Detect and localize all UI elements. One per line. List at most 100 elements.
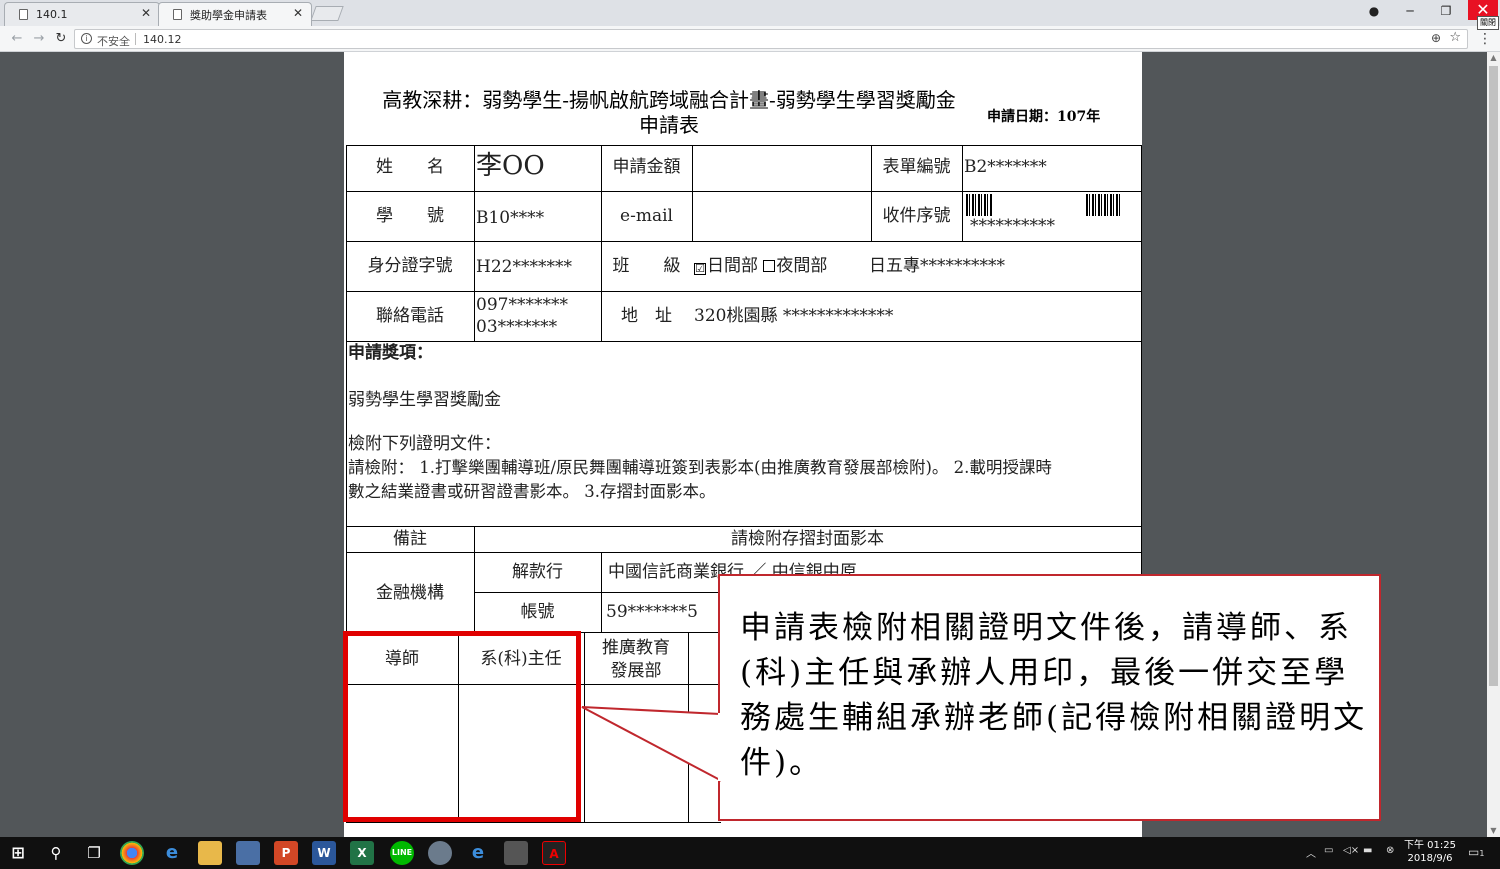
highlight-box: [343, 631, 581, 822]
powerpoint-icon[interactable]: P: [274, 841, 298, 865]
account-value[interactable]: 59*******5: [606, 601, 698, 623]
divider: [135, 33, 136, 45]
form-title: 高教深耕：弱勢學生-揚帆啟航跨域融合計畫-弱勢學生學習獎勵金 申請表: [354, 88, 984, 138]
name-label: 姓 名: [376, 157, 444, 177]
info-icon[interactable]: i: [81, 33, 92, 44]
profile-icon[interactable]: ●: [1356, 0, 1392, 22]
award-name: 弱勢學生學習獎勵金: [348, 390, 501, 410]
task-view-icon[interactable]: ❐: [82, 841, 106, 865]
email-label: e-mail: [620, 206, 673, 226]
scrollbar-thumb[interactable]: [1489, 66, 1498, 686]
tray-overflow-icon[interactable]: ︿: [1306, 845, 1316, 860]
address-label: 地 址: [621, 306, 672, 326]
address-bar[interactable]: i 不安全 140.12 ⊕ ☆: [74, 29, 1468, 49]
tab-label: 獎助學金申請表: [190, 8, 267, 22]
restore-button[interactable]: ❐: [1428, 0, 1464, 22]
scroll-up-icon[interactable]: ▲: [1487, 52, 1500, 64]
form-number-value[interactable]: B2*******: [964, 156, 1047, 178]
acrobat-icon[interactable]: A: [542, 841, 566, 865]
amount-label: 申請金額: [612, 157, 681, 177]
remote-desktop-icon[interactable]: [236, 841, 260, 865]
close-tooltip: 關閉: [1477, 16, 1499, 30]
excel-icon[interactable]: X: [350, 841, 374, 865]
callout-box: 申請表檢附相關證明文件後，請導師、系(科)主任與承辦人用印，最後一併交至學務處生…: [718, 574, 1381, 821]
volume-muted-icon[interactable]: ◁×: [1343, 845, 1359, 856]
close-circle-icon[interactable]: ⊗: [1386, 845, 1394, 856]
file-explorer-icon[interactable]: [198, 841, 222, 865]
id-number-value[interactable]: H22*******: [476, 256, 572, 278]
remarks-value: 請檢附存摺封面影本: [731, 529, 884, 549]
app-icon[interactable]: [428, 841, 452, 865]
tab-active[interactable]: 獎助學金申請表 ✕: [158, 2, 312, 26]
back-arrow-icon[interactable]: ←: [8, 30, 26, 48]
menu-dots-icon[interactable]: ⋮: [1478, 30, 1492, 48]
barcode-icon: [1086, 194, 1120, 216]
address-value[interactable]: 320桃園縣 *************: [694, 305, 893, 327]
form-title-line2: 申請表: [639, 113, 699, 137]
receipt-number-label: 收件序號: [882, 206, 951, 226]
security-label: 不安全: [97, 35, 130, 48]
app-icon[interactable]: [504, 841, 528, 865]
search-icon[interactable]: ⚲: [44, 841, 68, 865]
night-division-checkbox[interactable]: [763, 260, 776, 272]
close-tab-icon[interactable]: ✕: [293, 6, 303, 20]
form-number-label: 表單編號: [882, 157, 951, 177]
promo-dept-label: 推廣教育 發展部: [602, 638, 670, 681]
attachments-line2: 數之結業證書或研習證書影本。 3.存摺封面影本。: [348, 482, 716, 501]
reload-icon[interactable]: ↻: [52, 30, 70, 48]
callout-text: 申請表檢附相關證明文件後，請導師、系(科)主任與承辦人用印，最後一併交至學務處生…: [740, 610, 1368, 781]
night-division-label: 夜間部: [776, 256, 828, 276]
windows-start-icon[interactable]: ⊞: [6, 841, 30, 865]
word-icon[interactable]: W: [312, 841, 336, 865]
attachments-line1: 請檢附： 1.打擊樂團輔導班/原民舞團輔導班簽到表影本(由推廣教育發展部檢附)。…: [348, 458, 1052, 477]
edge-icon[interactable]: e: [160, 841, 184, 865]
tab-label: 140.1: [36, 8, 68, 21]
clock-date: 2018/9/6: [1407, 853, 1453, 864]
callout-pointer: [581, 706, 724, 782]
notification-icon[interactable]: ▭1: [1468, 845, 1484, 859]
new-tab-button[interactable]: [310, 6, 344, 21]
attachments-header: 檢附下列證明文件：: [348, 434, 501, 454]
url-text[interactable]: 140.12: [143, 33, 182, 46]
phone-label: 聯絡電話: [376, 306, 444, 326]
keyboard-icon[interactable]: ▬: [1363, 845, 1372, 856]
browser-toolbar: ← → ↻ i 不安全 140.12 ⊕ ☆: [0, 26, 1500, 52]
class-label: 班 級: [612, 256, 681, 276]
barcode-icon: [966, 194, 992, 216]
receipt-number-value[interactable]: **********: [970, 215, 1055, 237]
phone-value-2[interactable]: 03*******: [476, 316, 557, 338]
day-division-checkbox[interactable]: ☑: [694, 263, 706, 275]
award-header: 申請獎項：: [348, 343, 433, 363]
scroll-down-icon[interactable]: ▼: [1487, 825, 1500, 837]
zoom-icon[interactable]: ⊕: [1431, 31, 1441, 45]
remarks-label: 備註: [393, 529, 427, 549]
scrollbar[interactable]: ▲ ▼: [1487, 52, 1500, 837]
account-label: 帳號: [520, 602, 555, 622]
bank-label: 金融機構: [376, 583, 444, 603]
network-icon[interactable]: ▭: [1324, 845, 1333, 856]
chrome-icon[interactable]: [120, 841, 144, 865]
student-id-value[interactable]: B10****: [476, 207, 544, 229]
remit-bank-label: 解款行: [512, 562, 563, 582]
page-icon: [19, 9, 28, 20]
close-tab-icon[interactable]: ✕: [141, 6, 151, 20]
forward-arrow-icon[interactable]: →: [30, 30, 48, 48]
application-date: 申請日期：107年: [987, 109, 1101, 125]
phone-value-1[interactable]: 097*******: [476, 294, 568, 316]
line-icon[interactable]: LINE: [390, 841, 414, 865]
tab-strip: 140.1 ✕ 獎助學金申請表 ✕ ● ─ ❐ ✕: [0, 0, 1500, 26]
minimize-button[interactable]: ─: [1392, 0, 1428, 22]
class-name-value[interactable]: 日五專**********: [869, 255, 1005, 277]
name-value[interactable]: 李OO: [476, 152, 545, 180]
system-clock[interactable]: 下午 01:25 2018/9/6: [1404, 839, 1456, 865]
student-id-label: 學 號: [376, 206, 444, 226]
form-title-line1: 高教深耕：弱勢學生-揚帆啟航跨域融合計畫-弱勢學生學習獎勵金: [382, 88, 956, 112]
clock-time: 下午 01:25: [1404, 840, 1456, 851]
notification-count: 1: [1479, 849, 1485, 858]
tab-inactive[interactable]: 140.1 ✕: [4, 2, 160, 26]
page-icon: [173, 9, 182, 20]
bookmark-star-icon[interactable]: ☆: [1449, 30, 1461, 45]
taskbar: ⊞ ⚲ ❐ e P W X LINE e A ︿ ▭ ◁× ▬ ⊗ 下午 01:…: [0, 837, 1500, 869]
division-options: ☑ 日間部 夜間部: [694, 255, 827, 277]
internet-explorer-icon[interactable]: e: [466, 841, 490, 865]
